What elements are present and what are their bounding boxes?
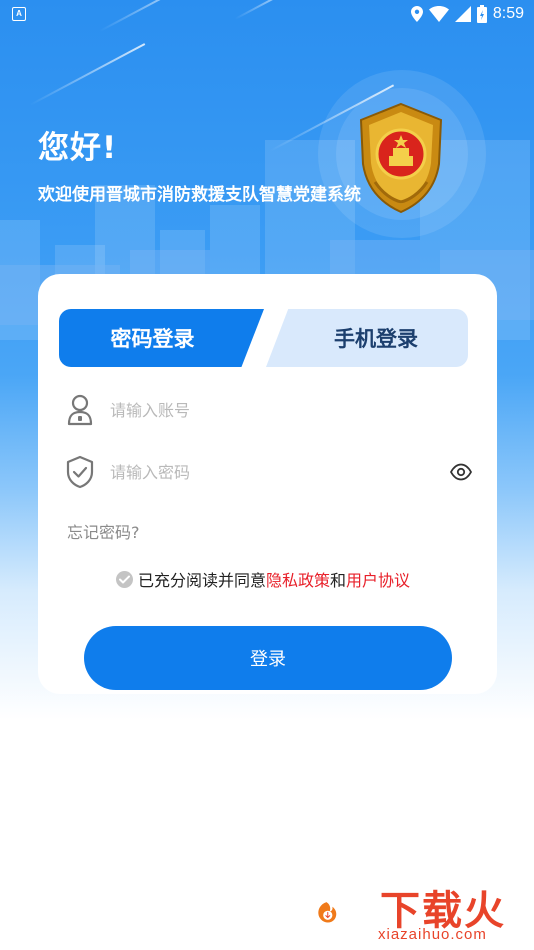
xiazaihuo-logo-icon <box>318 902 337 923</box>
password-input[interactable] <box>108 461 432 483</box>
signal-icon <box>454 6 471 22</box>
tab-password-login[interactable]: 密码登录 <box>59 309 264 367</box>
app-indicator-icon: A <box>12 7 26 21</box>
agreement-row: 已充分阅读并同意 隐私政策 和 用户协议 <box>116 567 410 591</box>
user-agreement-link[interactable]: 用户协议 <box>346 567 410 591</box>
shield-check-icon <box>66 455 94 489</box>
forgot-password-link[interactable]: 忘记密码? <box>67 519 140 543</box>
location-icon <box>410 6 423 22</box>
password-field <box>66 450 476 494</box>
welcome-subtitle: 欢迎使用晋城市消防救援支队智慧党建系统 <box>38 185 361 205</box>
check-icon <box>119 575 130 583</box>
login-button[interactable]: 登录 <box>84 626 452 690</box>
greeting-title: 您好! <box>38 130 118 166</box>
clock: 8:59 <box>492 5 524 22</box>
account-field <box>66 388 476 432</box>
wifi-icon <box>428 6 449 22</box>
fire-rescue-emblem-icon <box>359 102 443 214</box>
light-streak <box>29 43 146 106</box>
eye-icon[interactable] <box>450 461 472 483</box>
tab-phone-login[interactable]: 手机登录 <box>266 309 468 367</box>
user-icon <box>67 394 93 426</box>
battery-icon <box>476 5 487 23</box>
watermark-site: xiazaihuo.com <box>378 926 487 943</box>
account-input[interactable] <box>108 399 432 421</box>
agreement-and: 和 <box>330 571 347 590</box>
agree-checkbox[interactable] <box>116 570 133 588</box>
agreement-prefix: 已充分阅读并同意 <box>138 571 267 590</box>
privacy-policy-link[interactable]: 隐私政策 <box>266 567 330 591</box>
status-bar: A 8:59 <box>0 0 534 28</box>
